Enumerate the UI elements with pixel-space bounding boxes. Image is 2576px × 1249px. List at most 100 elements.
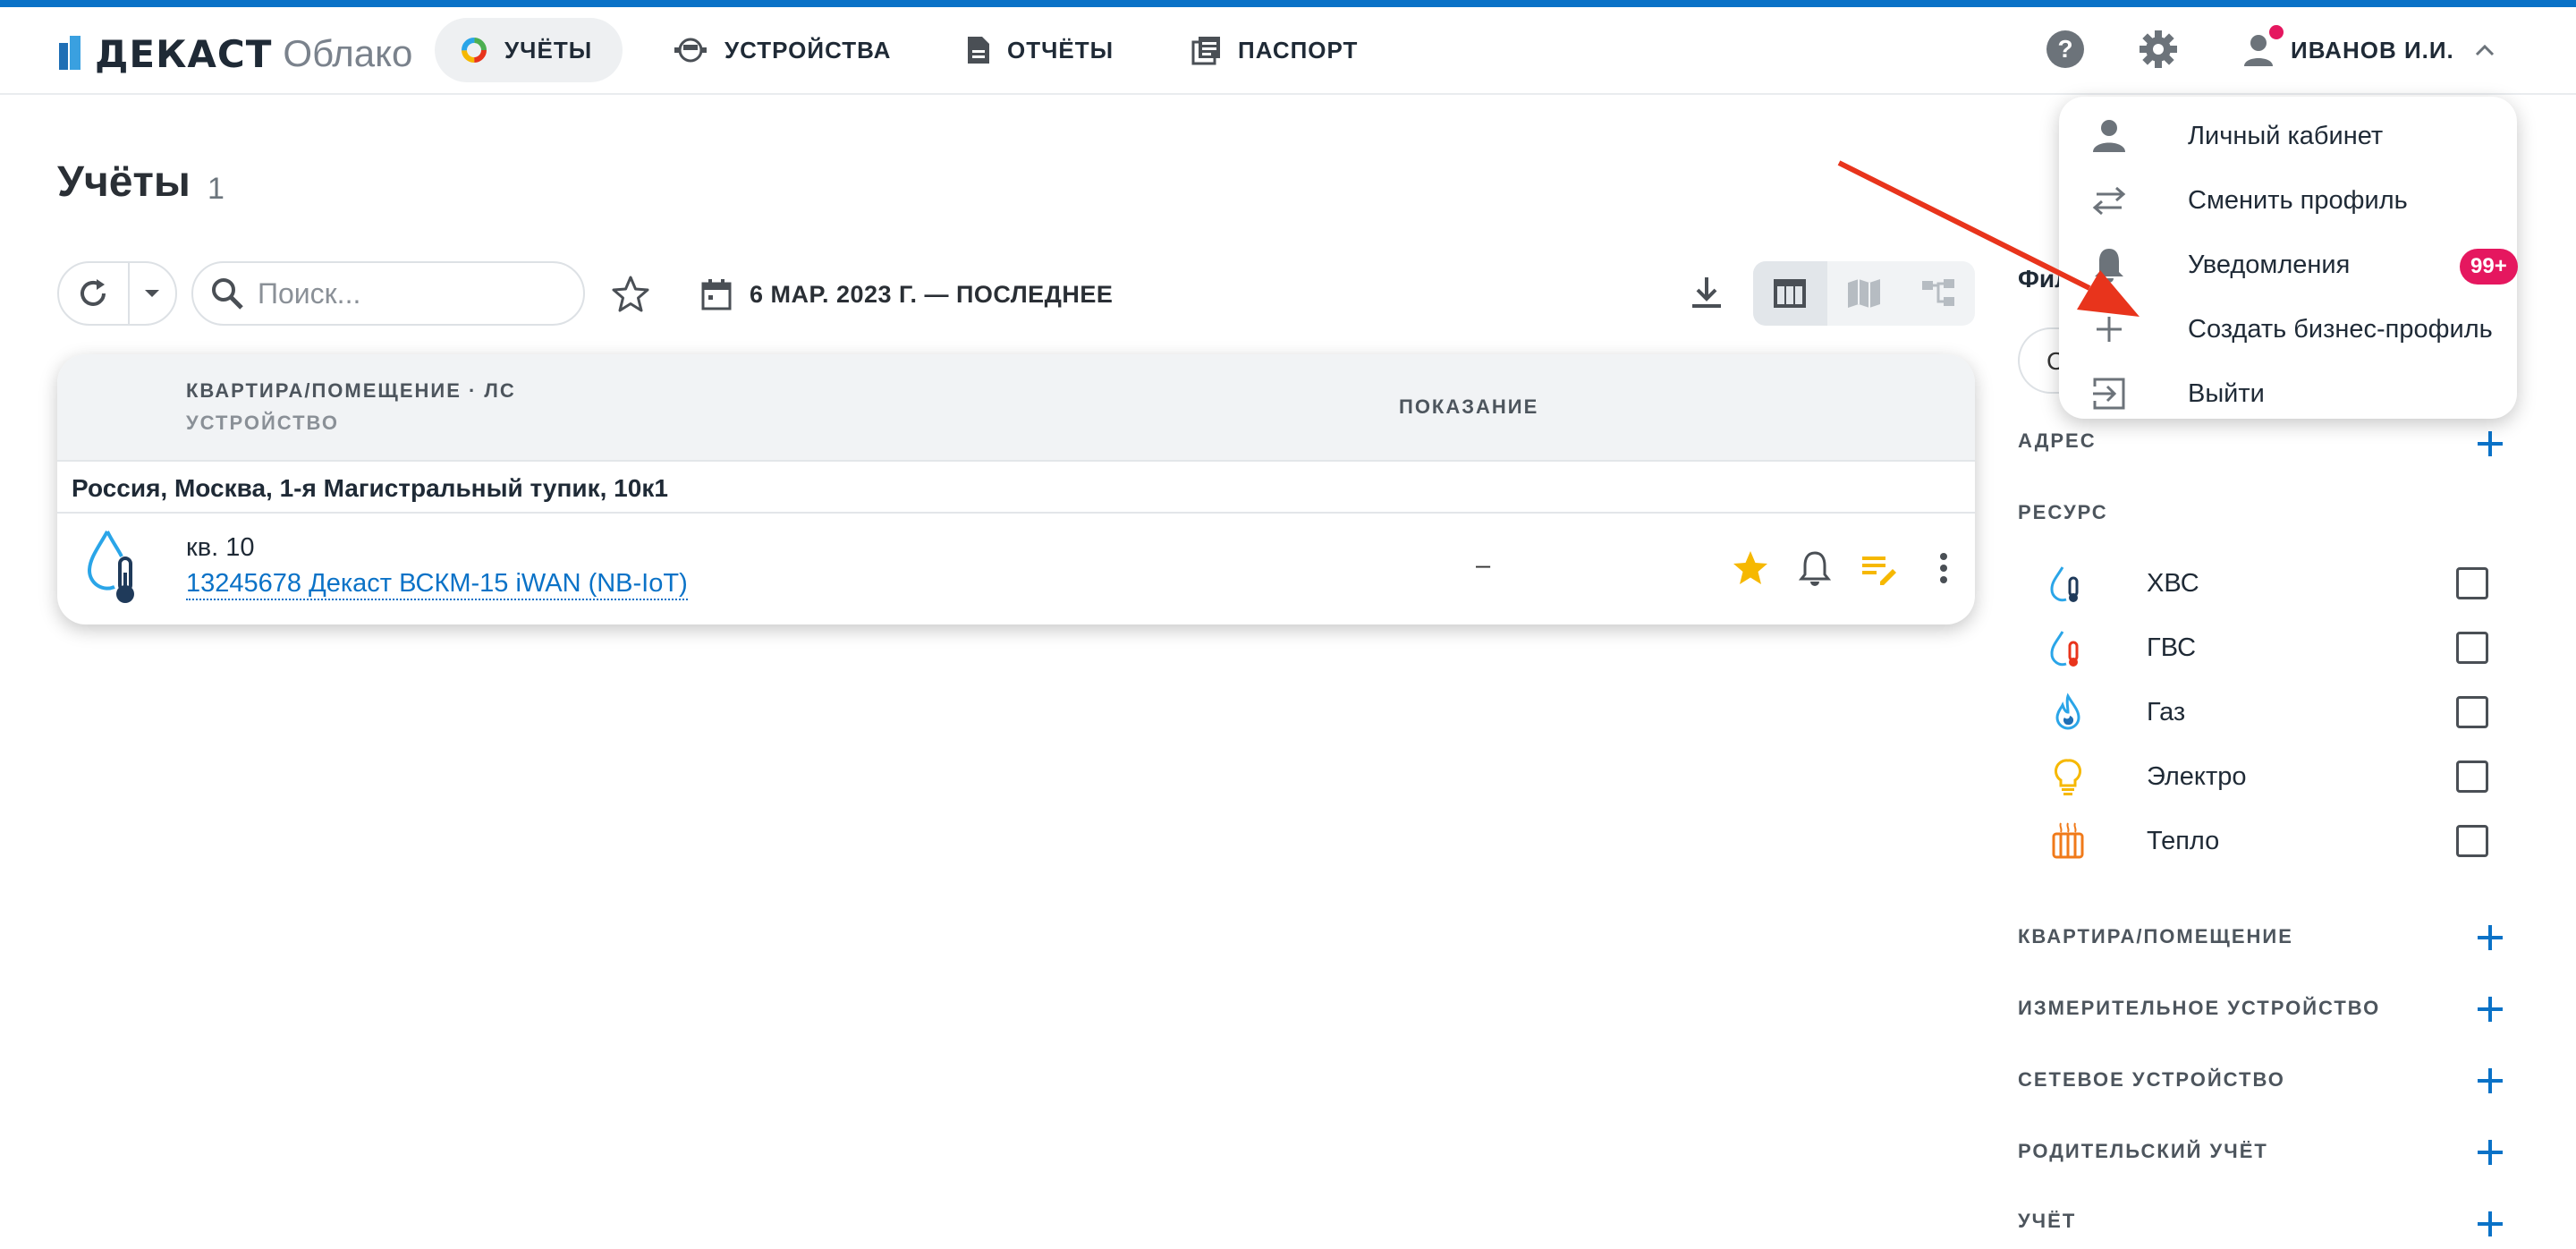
address-group-row: Россия, Москва, 1-я Магистральный тупик,… [57, 462, 1975, 514]
add-parent-filter-plus-icon[interactable] [2474, 1136, 2506, 1168]
resource-label: Электро [2147, 762, 2247, 791]
menu-item-label: Уведомления [2188, 251, 2351, 279]
app-header: ДЕКАСТ Облако УЧЁТЫ УСТРОЙСТВА ОТЧЁТЫ ПА… [0, 7, 2576, 95]
logo-sub: Облако [283, 32, 413, 74]
hierarchy-view-icon [1921, 279, 1954, 306]
filter-section-parent[interactable]: РОДИТЕЛЬСКИЙ УЧЁТ [2018, 1140, 2268, 1163]
column-header-device[interactable]: УСТРОЙСТВО [186, 412, 339, 435]
resource-checkbox[interactable] [2456, 632, 2488, 664]
favorite-star-icon[interactable] [1730, 548, 1771, 589]
resource-filter-electric[interactable]: Электро [2048, 753, 2513, 800]
search-input[interactable] [258, 276, 562, 310]
calendar-icon [701, 279, 732, 310]
resource-filter-heat[interactable]: Тепло [2048, 818, 2513, 864]
cold-water-icon [87, 531, 134, 603]
notifications-count-badge: 99+ [2460, 249, 2518, 285]
menu-item-logout[interactable]: Выйти [2059, 361, 2517, 426]
add-apartment-filter-plus-icon[interactable] [2474, 922, 2506, 954]
refresh-button[interactable] [59, 263, 130, 324]
resource-label: Газ [2147, 698, 2186, 726]
resource-label: Тепло [2147, 827, 2220, 855]
nav-tab-label: УЧЁТЫ [504, 36, 593, 64]
logo[interactable]: ДЕКАСТ Облако [57, 27, 412, 81]
nav-tab-label: ОТЧЁТЫ [1007, 36, 1114, 64]
settings-gear-icon[interactable] [2138, 29, 2179, 70]
more-options-icon[interactable] [1923, 548, 1964, 589]
favorites-star-icon[interactable] [610, 274, 651, 315]
help-icon[interactable]: ? [2045, 29, 2086, 70]
device-link[interactable]: 13245678 Декаст ВСКМ-15 iWAN (NB-IoT) [186, 569, 688, 600]
menu-item-notifications[interactable]: Уведомления 99+ [2059, 233, 2518, 297]
resource-filter-hot-water[interactable]: ГВС [2048, 624, 2513, 671]
resource-filter-gas[interactable]: Газ [2048, 689, 2513, 735]
page-title: Учёты [57, 158, 191, 206]
add-meter-filter-plus-icon[interactable] [2474, 993, 2506, 1025]
group-address: Россия, Москва, 1-я Магистральный тупик,… [72, 474, 668, 502]
user-dropdown-menu: Личный кабинет Сменить профиль Уведомлен… [2059, 97, 2518, 419]
table-view-button[interactable] [1753, 261, 1827, 326]
passport-book-icon [1191, 37, 1220, 65]
refresh-options-button[interactable] [130, 263, 175, 324]
resource-checkbox[interactable] [2456, 696, 2488, 728]
filter-section-meter[interactable]: ИЗМЕРИТЕЛЬНОЕ УСТРОЙСТВО [2018, 997, 2380, 1020]
column-header-apartment[interactable]: КВАРТИРА/ПОМЕЩЕНИЕ · ЛС [186, 379, 516, 403]
table-row[interactable]: кв. 10 13245678 Декаст ВСКМ-15 iWAN (NB-… [57, 514, 1975, 624]
accounts-table: КВАРТИРА/ПОМЕЩЕНИЕ · ЛС УСТРОЙСТВО ПОКАЗ… [57, 354, 1975, 624]
menu-item-label: Сменить профиль [2188, 186, 2408, 215]
add-network-filter-plus-icon[interactable] [2474, 1065, 2506, 1097]
edit-notes-icon[interactable] [1859, 548, 1900, 589]
hierarchy-view-button[interactable] [1901, 261, 1975, 326]
add-address-filter-plus-icon[interactable] [2474, 428, 2506, 460]
person-icon [2093, 120, 2125, 152]
resource-checkbox[interactable] [2456, 760, 2488, 793]
meter-device-icon [674, 38, 707, 63]
resource-checkbox[interactable] [2456, 825, 2488, 857]
bell-icon[interactable] [1794, 548, 1835, 589]
table-header: КВАРТИРА/ПОМЕЩЕНИЕ · ЛС УСТРОЙСТВО ПОКАЗ… [57, 354, 1975, 462]
column-header-reading[interactable]: ПОКАЗАНИЕ [1399, 395, 1538, 419]
date-range-filter[interactable]: 6 МАР. 2023 Г. — ПОСЛЕДНЕЕ [701, 276, 1113, 313]
filter-section-account[interactable]: УЧЁТ [2018, 1210, 2076, 1233]
refresh-icon [80, 279, 106, 306]
refresh-button-group [57, 261, 177, 326]
search-box [191, 261, 585, 326]
plus-icon [2097, 317, 2122, 342]
svg-text:?: ? [2057, 35, 2072, 63]
filter-section-network[interactable]: СЕТЕВОЕ УСТРОЙСТВО [2018, 1068, 2285, 1092]
resource-checkbox[interactable] [2456, 567, 2488, 599]
logout-icon [2093, 378, 2125, 410]
nav-tab-devices[interactable]: УСТРОЙСТВА [648, 18, 921, 82]
map-view-icon [1848, 279, 1880, 308]
logo-mark-icon [59, 36, 80, 70]
menu-item-personal-account[interactable]: Личный кабинет [2059, 104, 2517, 168]
nav-tab-label: УСТРОЙСТВА [724, 36, 892, 64]
bell-icon [2095, 249, 2123, 283]
menu-item-create-business-profile[interactable]: Создать бизнес-профиль [2059, 297, 2517, 361]
filter-section-address[interactable]: АДРЕС [2018, 429, 2097, 453]
add-account-filter-plus-icon[interactable] [2474, 1208, 2506, 1240]
table-view-icon [1774, 279, 1807, 308]
hot-water-icon [2050, 631, 2079, 667]
menu-item-label: Выйти [2188, 379, 2265, 408]
resource-label: ХВС [2147, 569, 2199, 598]
notification-dot [2269, 25, 2284, 39]
resource-label: ГВС [2147, 633, 2197, 662]
filter-section-resource: РЕСУРС [2018, 501, 2108, 523]
nav-tab-accounts[interactable]: УЧЁТЫ [435, 18, 623, 82]
nav-tab-reports[interactable]: ОТЧЁТЫ [941, 18, 1144, 82]
gas-flame-icon [2055, 692, 2080, 730]
view-mode-toggle [1753, 261, 1975, 326]
page-count: 1 [208, 172, 225, 206]
reading-value: – [1476, 551, 1491, 580]
download-icon[interactable] [1685, 272, 1728, 315]
nav-tab-passport[interactable]: ПАСПОРТ [1166, 18, 1388, 82]
filter-section-apartment[interactable]: КВАРТИРА/ПОМЕЩЕНИЕ [2018, 925, 2293, 948]
user-name: ИВАНОВ И.И. [2291, 36, 2454, 64]
menu-item-switch-profile[interactable]: Сменить профиль [2059, 168, 2517, 233]
resource-filter-cold-water[interactable]: ХВС [2048, 560, 2513, 607]
map-view-button[interactable] [1827, 261, 1902, 326]
date-range-label: 6 МАР. 2023 Г. — ПОСЛЕДНЕЕ [750, 280, 1114, 308]
user-menu-toggle[interactable]: ИВАНОВ И.И. [2241, 25, 2496, 75]
light-bulb-icon [2055, 759, 2081, 795]
caret-down-icon [145, 290, 160, 297]
